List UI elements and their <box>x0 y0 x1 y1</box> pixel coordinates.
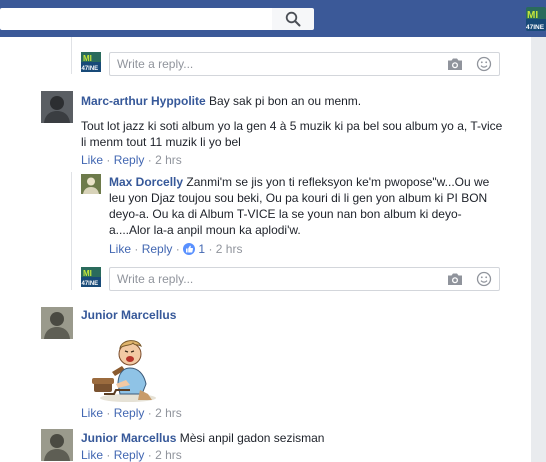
like-link[interactable]: Like <box>81 406 103 420</box>
reply-link[interactable]: Reply <box>114 153 145 167</box>
like-reaction-icon[interactable] <box>183 243 196 255</box>
page-avatar-text-top: MI <box>83 54 92 63</box>
comment-text-line: li menm tout 11 muzik li yo bel <box>81 135 241 149</box>
camera-icon[interactable] <box>447 57 463 71</box>
comment-actions: Like · Reply · 1 · 2 hrs <box>109 242 242 256</box>
avatar[interactable] <box>81 174 101 194</box>
reply-link[interactable]: Reply <box>142 242 173 256</box>
reaction-count[interactable]: 1 <box>198 242 205 256</box>
comment-text: Bay sak pi bon an ou menm. <box>209 94 362 108</box>
comment: Junior Marcellus Mèsi anpil gadon sezism… <box>81 430 521 446</box>
separator: · <box>147 448 152 462</box>
search-icon <box>285 11 301 27</box>
comment-actions: Like · Reply · 2 hrs <box>81 153 182 167</box>
right-page-background <box>531 37 546 462</box>
avatar[interactable] <box>41 429 73 461</box>
page-avatar-text-bottom: 47INE <box>82 281 99 287</box>
comment-text-line: Tout lot jazz ki soti album yo la gen 4 … <box>81 119 503 133</box>
page-avatar-text-bottom: 47INE <box>82 66 99 72</box>
reply-composer <box>109 52 500 76</box>
separator: · <box>208 242 213 256</box>
page-avatar-text-top: MI <box>83 269 92 278</box>
brand-logo-text-bottom: 47INE <box>526 24 545 31</box>
reply-comment: Max Dorcelly Zanmi'm se jis yon ti refle… <box>109 174 524 238</box>
separator: · <box>106 406 111 420</box>
smiley-icon[interactable] <box>476 271 492 287</box>
like-link[interactable]: Like <box>81 153 103 167</box>
comment: Marc-arthur Hyppolite Bay sak pi bon an … <box>81 93 521 109</box>
like-link[interactable]: Like <box>81 448 103 462</box>
thread-guide-line <box>71 172 72 290</box>
avatar[interactable] <box>41 91 73 123</box>
separator: · <box>134 242 139 256</box>
separator: · <box>147 406 152 420</box>
comment-text: Zanmi'm se jis yon ti refleksyon ke'm pw… <box>186 175 490 189</box>
reply-input[interactable] <box>110 268 437 290</box>
comment-text: Mèsi anpil gadon sezisman <box>179 431 325 445</box>
reply-link[interactable]: Reply <box>114 448 145 462</box>
page-avatar: MI 47INE <box>81 52 101 72</box>
reply-link[interactable]: Reply <box>114 406 145 420</box>
comment: Junior Marcellus <box>81 307 176 323</box>
separator: · <box>106 153 111 167</box>
sticker-image[interactable] <box>90 334 162 404</box>
brand-logo-text-top: MI <box>527 10 538 21</box>
comment-text-line: leu yon Djaz toujou sou beki, Ou pa kour… <box>109 191 488 205</box>
timestamp[interactable]: 2 hrs <box>155 448 182 462</box>
timestamp[interactable]: 2 hrs <box>155 153 182 167</box>
brand-logo[interactable]: MI 47INE <box>526 7 546 31</box>
separator: · <box>175 242 180 256</box>
top-navigation-bar: MI 47INE <box>0 0 546 37</box>
avatar[interactable] <box>41 307 73 339</box>
comment-body: Tout lot jazz ki soti album yo la gen 4 … <box>81 118 521 150</box>
comment-author[interactable]: Junior Marcellus <box>81 308 176 322</box>
smiley-icon[interactable] <box>476 56 492 72</box>
like-link[interactable]: Like <box>109 242 131 256</box>
comment-author[interactable]: Max Dorcelly <box>109 175 183 189</box>
comment-actions: Like · Reply · 2 hrs <box>81 448 182 462</box>
thread-guide-line <box>71 37 72 74</box>
search-input[interactable] <box>0 8 272 30</box>
comment-author[interactable]: Junior Marcellus <box>81 431 176 445</box>
separator: · <box>147 153 152 167</box>
reply-composer <box>109 267 500 291</box>
timestamp[interactable]: 2 hrs <box>155 406 182 420</box>
comment-text-line: a....Alor la-a anpil moun ka aplodi'w. <box>109 223 301 237</box>
camera-icon[interactable] <box>447 272 463 286</box>
reply-input[interactable] <box>110 53 437 75</box>
separator: · <box>106 448 111 462</box>
comment-actions: Like · Reply · 2 hrs <box>81 406 182 420</box>
search-button[interactable] <box>272 8 314 30</box>
comment-author[interactable]: Marc-arthur Hyppolite <box>81 94 206 108</box>
comment-text-line: deyo-a. Ou ka di Album T-VICE la se youn… <box>109 207 462 221</box>
timestamp[interactable]: 2 hrs <box>216 242 243 256</box>
page-avatar: MI 47INE <box>81 267 101 287</box>
